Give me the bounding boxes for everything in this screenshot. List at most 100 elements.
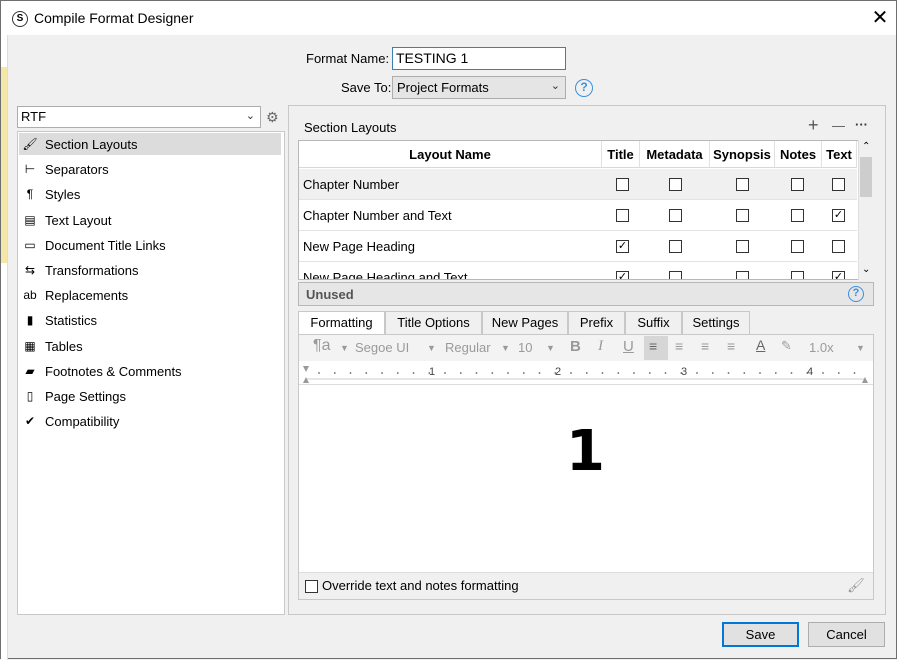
help-icon[interactable]: ? (848, 286, 864, 302)
section-layouts-icon: 🖌 (22, 137, 38, 151)
layout-checkbox[interactable] (791, 178, 804, 191)
sidebar-item[interactable]: ▭ Document Title Links (19, 234, 281, 256)
tab-settings[interactable]: Settings (682, 311, 750, 334)
tab-new-pages[interactable]: New Pages (482, 311, 568, 334)
layout-checkbox[interactable] (669, 178, 682, 191)
line-spacing-select[interactable]: 1.0x (809, 340, 834, 355)
layout-checkbox[interactable] (736, 271, 749, 279)
footnotes-icon: ▰ (25, 363, 35, 378)
title-bar: S Compile Format Designer ✕ (1, 1, 896, 35)
tab-title-options[interactable]: Title Options (385, 311, 482, 334)
preview-text: 1 (566, 419, 605, 484)
sidebar-item[interactable]: ⊢ Separators (19, 158, 281, 180)
layout-checkbox[interactable] (791, 240, 804, 253)
layout-name-cell: New Page Heading and Text (303, 270, 468, 280)
chevron-down-icon: ▼ (501, 343, 510, 353)
tab-formatting[interactable]: Formatting (298, 311, 385, 335)
sidebar-item[interactable]: ▤ Text Layout (19, 209, 281, 231)
layout-checkbox[interactable] (832, 178, 845, 191)
close-icon[interactable]: ✕ (869, 7, 891, 29)
output-format-select[interactable]: RTF ⌄ (17, 106, 261, 128)
layout-checkbox[interactable] (832, 240, 845, 253)
sidebar-item[interactable]: ▰ Footnotes & Comments (19, 360, 281, 382)
align-right-icon[interactable]: ≡ (727, 338, 735, 354)
bold-button[interactable]: B (570, 338, 581, 355)
text-layout-icon: ▤ (24, 212, 36, 227)
layout-checkbox[interactable]: ✓ (616, 240, 629, 253)
ruler[interactable]: 1 2 3 4 (299, 363, 873, 385)
layout-checkbox[interactable]: ✓ (832, 271, 845, 279)
table-row[interactable]: Chapter Number (299, 169, 857, 200)
column-header-text[interactable]: Text (822, 141, 857, 168)
layout-checkbox[interactable] (736, 240, 749, 253)
gear-icon[interactable]: ⚙ (266, 109, 279, 126)
cancel-button[interactable]: Cancel (808, 622, 885, 647)
sidebar-item[interactable]: ⇆ Transformations (19, 259, 281, 281)
column-header-title[interactable]: Title (602, 141, 640, 168)
text-color-icon[interactable]: A (756, 337, 765, 353)
sidebar-item[interactable]: ▮ Statistics (19, 309, 281, 331)
layout-checkbox[interactable] (669, 271, 682, 279)
add-icon[interactable]: + (808, 115, 819, 136)
background-window-highlight (1, 67, 7, 263)
chevron-down-icon: ▼ (546, 343, 555, 353)
remove-icon[interactable]: — (832, 118, 845, 133)
unused-layouts-bar[interactable]: Unused ? (298, 282, 874, 306)
layout-checkbox[interactable] (791, 271, 804, 279)
layout-checkbox[interactable] (736, 209, 749, 222)
scroll-up-icon[interactable]: ⌃ (862, 141, 870, 152)
layout-checkbox[interactable] (616, 178, 629, 191)
font-family-select[interactable]: Segoe UI (355, 340, 409, 355)
layout-checkbox[interactable] (669, 209, 682, 222)
layout-checkbox[interactable] (791, 209, 804, 222)
column-header-layout-name[interactable]: Layout Name (299, 141, 602, 168)
sidebar-item[interactable]: ▦ Tables (19, 335, 281, 357)
sidebar-item[interactable]: ¶ Styles (19, 183, 281, 205)
align-justify-icon[interactable]: ≡ (701, 338, 709, 354)
paragraph-style-icon[interactable]: ¶a (313, 337, 331, 355)
font-weight-select[interactable]: Regular (445, 340, 491, 355)
layout-checkbox[interactable]: ✓ (616, 271, 629, 279)
tab-prefix[interactable]: Prefix (568, 311, 625, 334)
sidebar-item[interactable]: ab Replacements (19, 284, 281, 306)
underline-button[interactable]: U (623, 338, 634, 355)
column-header-notes[interactable]: Notes (775, 141, 822, 168)
override-label: Override text and notes formatting (322, 578, 519, 593)
override-checkbox[interactable] (305, 580, 318, 593)
italic-button[interactable]: I (598, 338, 603, 355)
save-to-select[interactable]: Project Formats ⌄ (392, 76, 566, 99)
font-size-select[interactable]: 10 (518, 340, 532, 355)
tab-suffix[interactable]: Suffix (625, 311, 682, 334)
unused-label: Unused (306, 287, 354, 302)
sidebar-item[interactable]: ▯ Page Settings (19, 385, 281, 407)
ruler-mark: 2 (555, 366, 562, 378)
format-name-label: Format Name: (306, 51, 390, 66)
align-left-icon: ≡ (649, 338, 658, 354)
column-header-synopsis[interactable]: Synopsis (710, 141, 775, 168)
layout-checkbox[interactable] (616, 209, 629, 222)
layout-checkbox[interactable] (736, 178, 749, 191)
save-to-value: Project Formats (397, 80, 489, 95)
table-row[interactable]: New Page Heading ✓ (299, 231, 857, 262)
sidebar-item[interactable]: ✔ Compatibility (19, 410, 281, 432)
highlight-icon[interactable]: ✎ (781, 338, 792, 354)
scroll-down-icon[interactable]: ⌄ (862, 264, 870, 275)
sidebar-item-label: Document Title Links (45, 237, 166, 253)
chevron-down-icon: ▼ (427, 343, 436, 353)
save-button[interactable]: Save (722, 622, 799, 647)
compile-format-designer-window: S Compile Format Designer ✕ Format Name:… (0, 0, 897, 660)
column-header-metadata[interactable]: Metadata (640, 141, 710, 168)
layout-checkbox[interactable]: ✓ (832, 209, 845, 222)
table-row[interactable]: Chapter Number and Text ✓ (299, 200, 857, 231)
table-row[interactable]: New Page Heading and Text ✓ ✓ (299, 262, 857, 280)
help-icon[interactable]: ? (575, 79, 593, 97)
brush-icon[interactable]: 🖌 (847, 577, 865, 594)
align-center-icon[interactable]: ≡ (675, 338, 683, 354)
scrollbar-thumb[interactable] (860, 157, 872, 197)
page-settings-icon: ▯ (26, 389, 34, 403)
sidebar-item[interactable]: 🖌 Section Layouts (19, 133, 281, 155)
compatibility-icon: ✔ (24, 414, 36, 429)
layout-checkbox[interactable] (669, 240, 682, 253)
more-options-icon[interactable]: ··· (855, 117, 868, 132)
format-name-input[interactable]: TESTING 1 (392, 47, 566, 70)
